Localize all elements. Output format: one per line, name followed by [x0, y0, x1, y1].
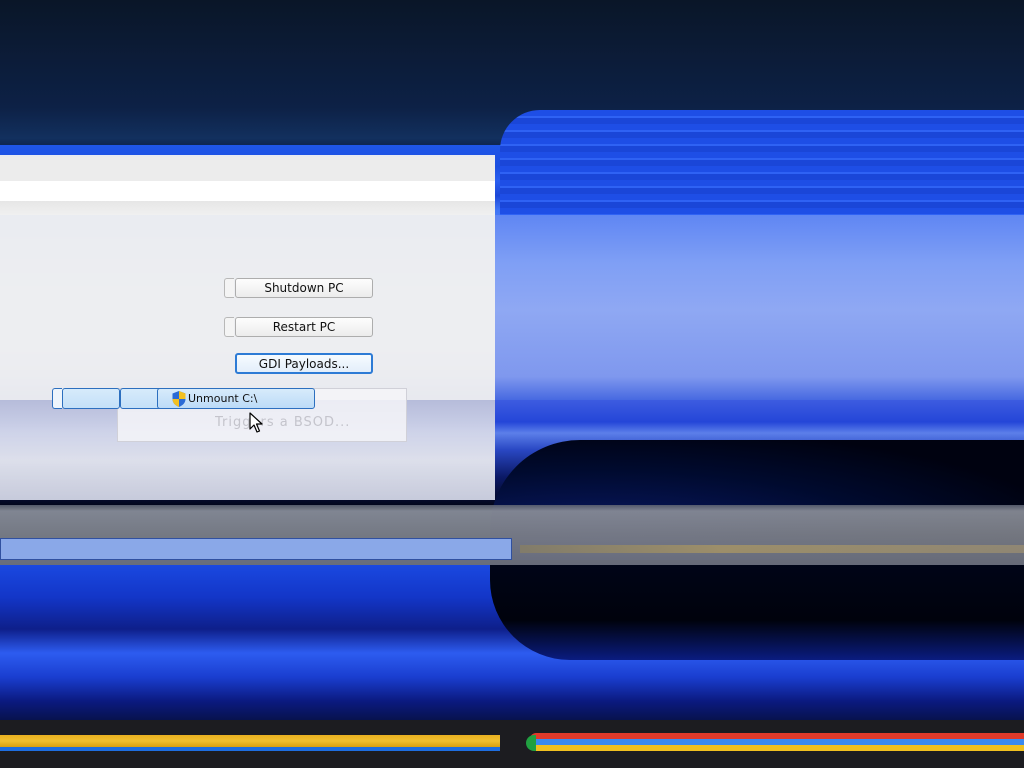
dialog-menubar: [0, 181, 495, 201]
unmount-c-label: Unmount C:\: [188, 392, 258, 405]
ghost-input-bar: [0, 538, 512, 560]
restart-button-ghost-edge: [224, 317, 234, 337]
shutdown-button[interactable]: Shutdown PC: [235, 278, 373, 298]
unmount-c-button[interactable]: Unmount C:\: [157, 388, 315, 409]
mouse-pointer-icon: [249, 412, 263, 433]
taskbar-glitch-yellow: [0, 735, 500, 751]
unmount-ghost-edge: [52, 388, 62, 409]
desktop-glitch-stripes: [500, 110, 1024, 220]
desktop-light-panel: [495, 215, 1024, 405]
unmount-ghost-copy-1: [62, 388, 120, 409]
ghost-gold-line: [520, 545, 1024, 553]
dialog-separator: [0, 201, 495, 215]
dialog-titlebar[interactable]: [0, 157, 495, 181]
restart-button[interactable]: Restart PC: [235, 317, 373, 337]
shutdown-button-ghost-edge: [224, 278, 234, 298]
gdi-payloads-button[interactable]: GDI Payloads...: [235, 353, 373, 374]
bsod-tooltip: Triggers a BSOD...: [215, 415, 351, 430]
taskbar-glitch-colors: [526, 733, 1024, 753]
desktop-lower-dark: [490, 560, 1024, 660]
uac-shield-icon: [172, 390, 186, 407]
